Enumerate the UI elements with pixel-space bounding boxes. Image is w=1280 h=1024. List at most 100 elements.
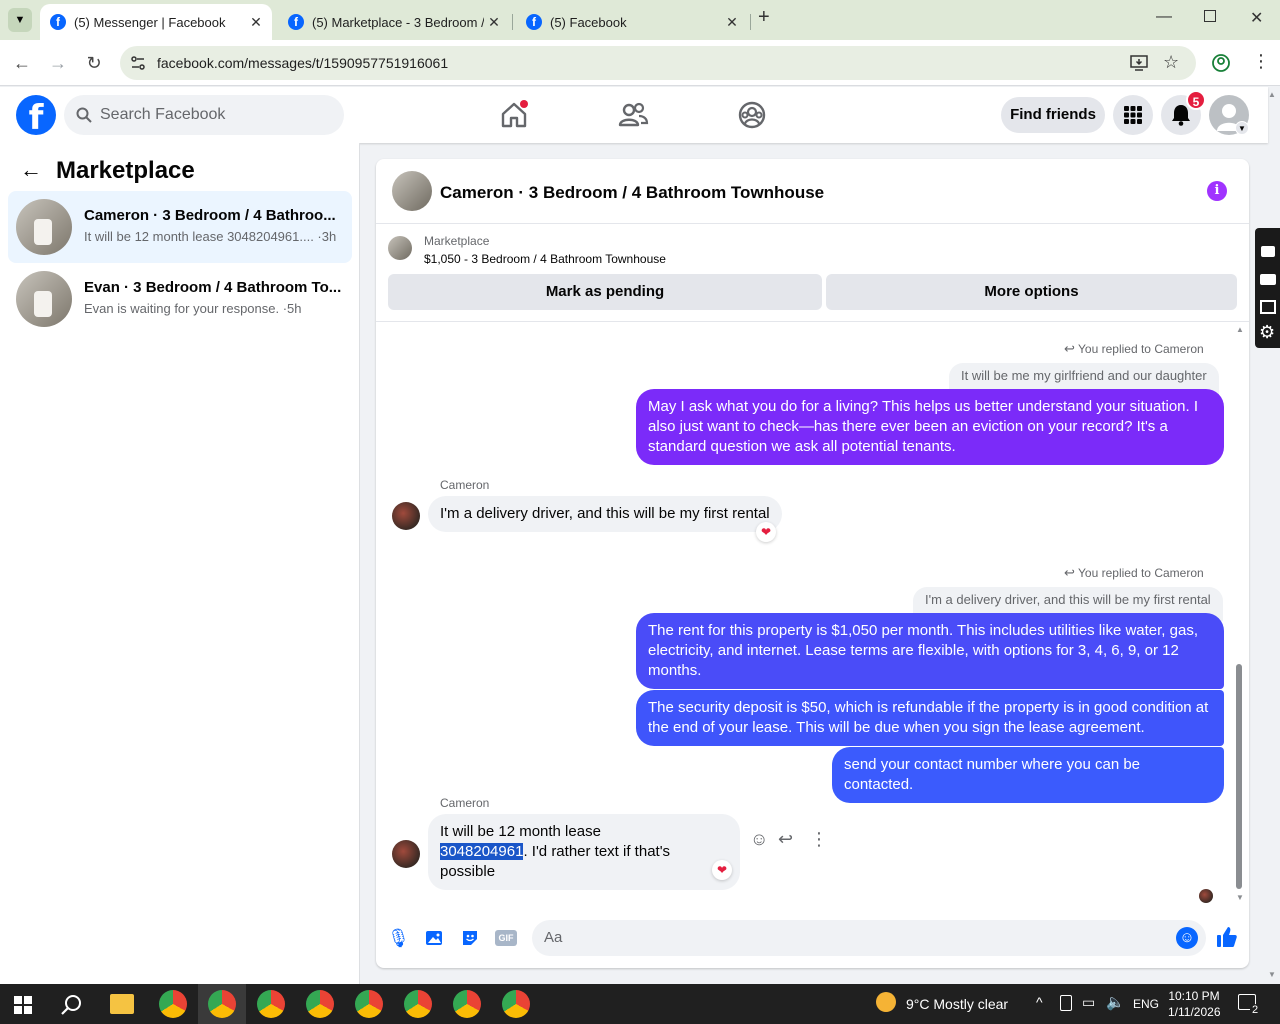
close-tab-icon[interactable]: ✕ bbox=[722, 14, 742, 31]
close-window-button[interactable]: ✕ bbox=[1250, 8, 1263, 28]
outgoing-message[interactable]: send your contact number where you can b… bbox=[832, 747, 1224, 803]
scroll-down-icon[interactable]: ▼ bbox=[1236, 893, 1244, 902]
sender-avatar[interactable] bbox=[392, 502, 420, 530]
outgoing-message[interactable]: The rent for this property is $1,050 per… bbox=[636, 613, 1224, 689]
chevron-up-icon[interactable]: ^ bbox=[1036, 994, 1043, 1010]
weather-text[interactable]: 9°C Mostly clear bbox=[906, 996, 1008, 1012]
chrome-icon[interactable] bbox=[257, 990, 285, 1018]
react-emoji-icon[interactable]: ☺ bbox=[750, 829, 768, 850]
conversation-item-cameron[interactable]: Cameron · 3 Bedroom / 4 Bathroo... It wi… bbox=[8, 191, 352, 263]
search-input[interactable]: Search Facebook bbox=[64, 95, 344, 135]
listing-thumbnail bbox=[16, 199, 72, 255]
info-icon[interactable]: i bbox=[1207, 181, 1227, 201]
find-friends-button[interactable]: Find friends bbox=[1001, 97, 1105, 133]
device-icon[interactable] bbox=[1060, 995, 1072, 1011]
clock[interactable]: 10:10 PM 1/11/2026 bbox=[1168, 988, 1221, 1020]
more-options-button[interactable]: More options bbox=[826, 274, 1237, 310]
back-arrow-icon[interactable]: ← bbox=[20, 157, 42, 183]
bell-icon bbox=[1172, 105, 1190, 126]
tab-separator bbox=[512, 14, 513, 30]
conversation-name: Evan · 3 Bedroom / 4 Bathroom To... bbox=[84, 279, 342, 296]
search-placeholder: Search Facebook bbox=[100, 106, 226, 123]
conversation-item-evan[interactable]: Evan · 3 Bedroom / 4 Bathroom To... Evan… bbox=[8, 263, 352, 335]
chrome-icon[interactable] bbox=[355, 990, 383, 1018]
back-arrow-icon[interactable]: ← bbox=[10, 51, 34, 75]
network-icon[interactable]: ▭ bbox=[1082, 994, 1095, 1011]
sender-avatar[interactable] bbox=[392, 840, 420, 868]
message-placeholder: Aa bbox=[544, 929, 563, 946]
tab-messenger[interactable]: f (5) Messenger | Facebook ✕ bbox=[40, 4, 272, 40]
incoming-message[interactable]: It will be 12 month lease 3048204961. I'… bbox=[428, 814, 740, 890]
volume-icon[interactable]: 🔈 bbox=[1106, 993, 1125, 1011]
sticker-icon[interactable] bbox=[460, 928, 480, 948]
tab-search-button[interactable]: ▼ bbox=[8, 8, 32, 32]
tab-marketplace[interactable]: f (5) Marketplace - 3 Bedroom / 4 ✕ bbox=[278, 4, 510, 40]
close-tab-icon[interactable]: ✕ bbox=[484, 14, 504, 31]
url-text[interactable]: facebook.com/messages/t/1590957751916061 bbox=[157, 55, 448, 71]
scroll-up-icon[interactable]: ▲ bbox=[1236, 325, 1244, 334]
minimize-button[interactable]: — bbox=[1156, 8, 1172, 26]
outgoing-message[interactable]: The security deposit is $50, which is re… bbox=[636, 690, 1224, 746]
chrome-icon[interactable] bbox=[159, 990, 187, 1018]
windows-start-icon[interactable] bbox=[14, 996, 32, 1014]
account-avatar[interactable]: ▼ bbox=[1209, 95, 1249, 135]
photo-icon[interactable] bbox=[424, 928, 444, 948]
close-tab-icon[interactable]: ✕ bbox=[246, 14, 266, 31]
chrome-icon[interactable] bbox=[453, 990, 481, 1018]
forward-arrow-icon[interactable]: → bbox=[46, 51, 70, 75]
profile-icon[interactable] bbox=[1212, 54, 1230, 72]
menu-button[interactable] bbox=[1113, 95, 1153, 135]
heart-reaction-icon[interactable]: ❤ bbox=[756, 522, 776, 542]
outgoing-message[interactable]: May I ask what you do for a living? This… bbox=[636, 389, 1224, 465]
window-icon[interactable] bbox=[1260, 300, 1276, 314]
bookmark-star-icon[interactable]: ☆ bbox=[1163, 52, 1179, 73]
reply-icon[interactable]: ↩ bbox=[778, 829, 793, 850]
chrome-icon[interactable] bbox=[306, 990, 334, 1018]
chat-title[interactable]: Cameron · 3 Bedroom / 4 Bathroom Townhou… bbox=[440, 183, 824, 203]
new-tab-button[interactable]: + bbox=[758, 6, 770, 29]
scrollbar-thumb[interactable] bbox=[1236, 664, 1242, 889]
microphone-icon[interactable]: 🎙 bbox=[387, 927, 410, 949]
address-bar[interactable]: facebook.com/messages/t/1590957751916061… bbox=[120, 46, 1196, 80]
file-explorer-icon[interactable] bbox=[110, 994, 134, 1014]
search-icon[interactable] bbox=[61, 994, 83, 1016]
weather-moon-icon[interactable] bbox=[876, 992, 896, 1012]
reply-arrow-icon: ↩ bbox=[1064, 565, 1075, 580]
browser-menu-icon[interactable]: ⋮ bbox=[1252, 52, 1270, 70]
mark-as-pending-button[interactable]: Mark as pending bbox=[388, 274, 822, 310]
gif-icon[interactable]: GIF bbox=[495, 930, 517, 946]
emoji-icon[interactable]: ☺ bbox=[1176, 927, 1198, 949]
groups-icon[interactable] bbox=[736, 99, 768, 131]
browser-toolbar: ← → ↻ facebook.com/messages/t/1590957751… bbox=[0, 40, 1280, 86]
tab-title: (5) Marketplace - 3 Bedroom / 4 bbox=[312, 14, 484, 30]
more-actions-icon[interactable]: ⋮ bbox=[810, 829, 828, 850]
chrome-icon[interactable] bbox=[502, 990, 530, 1018]
chat-listing-avatar[interactable] bbox=[392, 171, 432, 211]
phone-number-selected[interactable]: 3048204961 bbox=[440, 843, 524, 860]
page-scroll-up-icon[interactable]: ▲ bbox=[1268, 90, 1276, 99]
chrome-icon[interactable] bbox=[404, 990, 432, 1018]
facebook-logo[interactable]: f bbox=[16, 95, 56, 138]
listing-thumbnail[interactable] bbox=[388, 236, 412, 260]
reload-icon[interactable]: ↻ bbox=[82, 51, 106, 75]
friends-icon[interactable] bbox=[617, 99, 649, 131]
message-input[interactable]: Aa ☺ bbox=[532, 920, 1206, 956]
install-app-icon[interactable] bbox=[1130, 55, 1148, 71]
tab-title: (5) Facebook bbox=[550, 14, 627, 30]
listing-title[interactable]: $1,050 - 3 Bedroom / 4 Bathroom Townhous… bbox=[424, 252, 666, 266]
restore-button[interactable] bbox=[1204, 10, 1216, 22]
video-icon[interactable] bbox=[1260, 274, 1276, 285]
marketplace-label: Marketplace bbox=[424, 234, 490, 248]
home-icon[interactable] bbox=[498, 99, 530, 131]
language-indicator[interactable]: ENG bbox=[1133, 997, 1159, 1011]
tab-facebook[interactable]: f (5) Facebook ✕ bbox=[516, 4, 748, 40]
message-line: It will be 12 month lease bbox=[440, 823, 601, 840]
heart-reaction-icon[interactable]: ❤ bbox=[712, 860, 732, 880]
incoming-message[interactable]: I'm a delivery driver, and this will be … bbox=[428, 496, 782, 532]
page-scroll-down-icon[interactable]: ▼ bbox=[1268, 970, 1276, 979]
camera-icon[interactable] bbox=[1261, 246, 1275, 257]
thumbs-up-icon[interactable] bbox=[1216, 926, 1238, 948]
site-settings-icon[interactable] bbox=[130, 55, 146, 71]
chrome-icon[interactable] bbox=[208, 990, 236, 1018]
gear-icon[interactable]: ⚙ bbox=[1259, 322, 1275, 343]
